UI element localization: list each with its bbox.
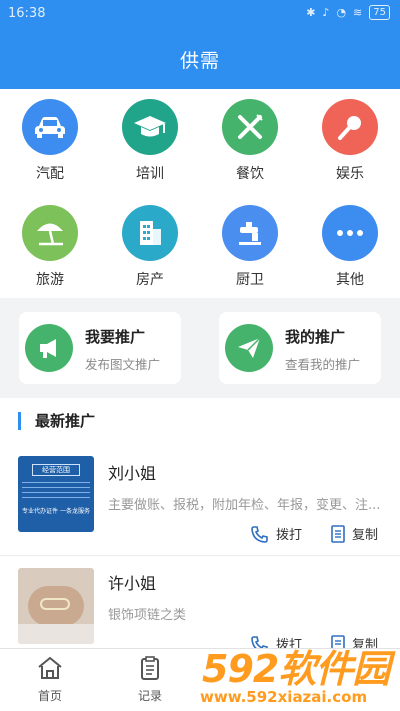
- category-grid: 汽配 培训 餐饮 娱乐 旅游 房产 厨卫 其他: [0, 89, 400, 298]
- fork-knife-icon: [222, 99, 278, 155]
- bluetooth-icon: ✱: [306, 6, 316, 19]
- item-name: 许小姐: [108, 574, 157, 593]
- watermark-brand: 592软件园: [202, 647, 390, 691]
- tab-home[interactable]: 首页: [20, 655, 80, 704]
- header-bar: 16:38 ✱ ♪ ◔ ≋ 75 供需: [0, 0, 400, 89]
- call-label: 拨打: [276, 528, 303, 543]
- category-label: 房产: [136, 272, 164, 288]
- status-time: 16:38: [8, 6, 46, 21]
- category-label: 厨卫: [236, 272, 264, 288]
- tab-label: 记录: [137, 689, 162, 703]
- item-name: 刘小姐: [108, 464, 157, 483]
- section-header: 最新推广: [18, 410, 95, 431]
- watermark: 592软件园 www.592xiazai.com: [196, 638, 400, 711]
- copy-icon: [331, 524, 345, 543]
- promote-card[interactable]: 我要推广 发布图文推广: [19, 312, 181, 384]
- building-icon: [122, 205, 178, 261]
- car-icon: [22, 99, 78, 155]
- copy-label: 复制: [352, 528, 379, 543]
- home-icon: [38, 656, 62, 679]
- item-desc: 主要做账、报税，附加年检、年报，变更、注...: [108, 498, 381, 513]
- divider: [0, 555, 400, 556]
- category-training[interactable]: 培训: [110, 99, 190, 183]
- category-catering[interactable]: 餐饮: [210, 99, 290, 183]
- wifi-icon: ≋: [353, 6, 363, 19]
- category-travel[interactable]: 旅游: [10, 205, 90, 289]
- thumb-footer: 专业代办证件 一条龙服务: [22, 508, 90, 515]
- category-label: 娱乐: [336, 166, 364, 182]
- call-button[interactable]: 拨打: [250, 524, 302, 543]
- microphone-icon: [322, 99, 378, 155]
- page-title: 供需: [179, 50, 220, 72]
- clipboard-icon: [141, 656, 159, 680]
- list-item[interactable]: 经营范围 专业代办证件 一条龙服务 刘小姐 主要做账、报税，附加年检、年报，变更…: [0, 454, 400, 554]
- faucet-icon: [222, 205, 278, 261]
- section-accent-bar: [18, 411, 21, 430]
- alarm-icon: ◔: [336, 6, 347, 19]
- tab-label: 首页: [37, 689, 62, 703]
- item-desc: 银饰项链之类: [108, 608, 187, 623]
- item-thumbnail: [18, 568, 94, 644]
- category-label: 旅游: [36, 272, 64, 288]
- promote-title: 我要推广: [85, 328, 146, 346]
- copy-button[interactable]: 复制: [330, 524, 378, 543]
- battery-icon: 75: [369, 5, 390, 20]
- category-auto-parts[interactable]: 汽配: [10, 99, 90, 183]
- watermark-url: www.592xiazai.com: [200, 688, 368, 706]
- my-promotion-card[interactable]: 我的推广 查看我的推广: [219, 312, 381, 384]
- latest-section: 最新推广 经营范围 专业代办证件 一条龙服务 刘小姐 主要做账、报税，附加年检、…: [0, 398, 400, 653]
- category-real-estate[interactable]: 房产: [110, 205, 190, 289]
- category-entertainment[interactable]: 娱乐: [310, 99, 390, 183]
- my-promotion-subtitle: 查看我的推广: [285, 357, 361, 372]
- tab-records[interactable]: 记录: [120, 655, 180, 704]
- graduation-cap-icon: [122, 99, 178, 155]
- category-label: 餐饮: [236, 166, 264, 182]
- item-thumbnail: 经营范围 专业代办证件 一条龙服务: [18, 456, 94, 532]
- thumb-title: 经营范围: [32, 464, 80, 476]
- category-label: 培训: [136, 166, 164, 182]
- section-title: 最新推广: [35, 412, 96, 430]
- category-other[interactable]: 其他: [310, 205, 390, 289]
- megaphone-icon: [25, 324, 73, 372]
- beach-umbrella-icon: [22, 205, 78, 261]
- phone-icon: [251, 525, 268, 543]
- category-label: 汽配: [36, 166, 64, 182]
- paper-plane-icon: [225, 324, 273, 372]
- app-screen: 16:38 ✱ ♪ ◔ ≋ 75 供需 汽配 培训 餐饮 娱乐 旅游 房产 厨卫…: [0, 0, 400, 711]
- promote-subtitle: 发布图文推广: [85, 357, 161, 372]
- category-label: 其他: [336, 272, 364, 288]
- status-bar: 16:38 ✱ ♪ ◔ ≋ 75: [0, 0, 400, 28]
- my-promotion-title: 我的推广: [285, 328, 346, 346]
- more-dots-icon: [322, 205, 378, 261]
- status-icons: ✱ ♪ ◔ ≋ 75: [306, 5, 390, 20]
- mute-icon: ♪: [322, 6, 330, 19]
- category-kitchen-bath[interactable]: 厨卫: [210, 205, 290, 289]
